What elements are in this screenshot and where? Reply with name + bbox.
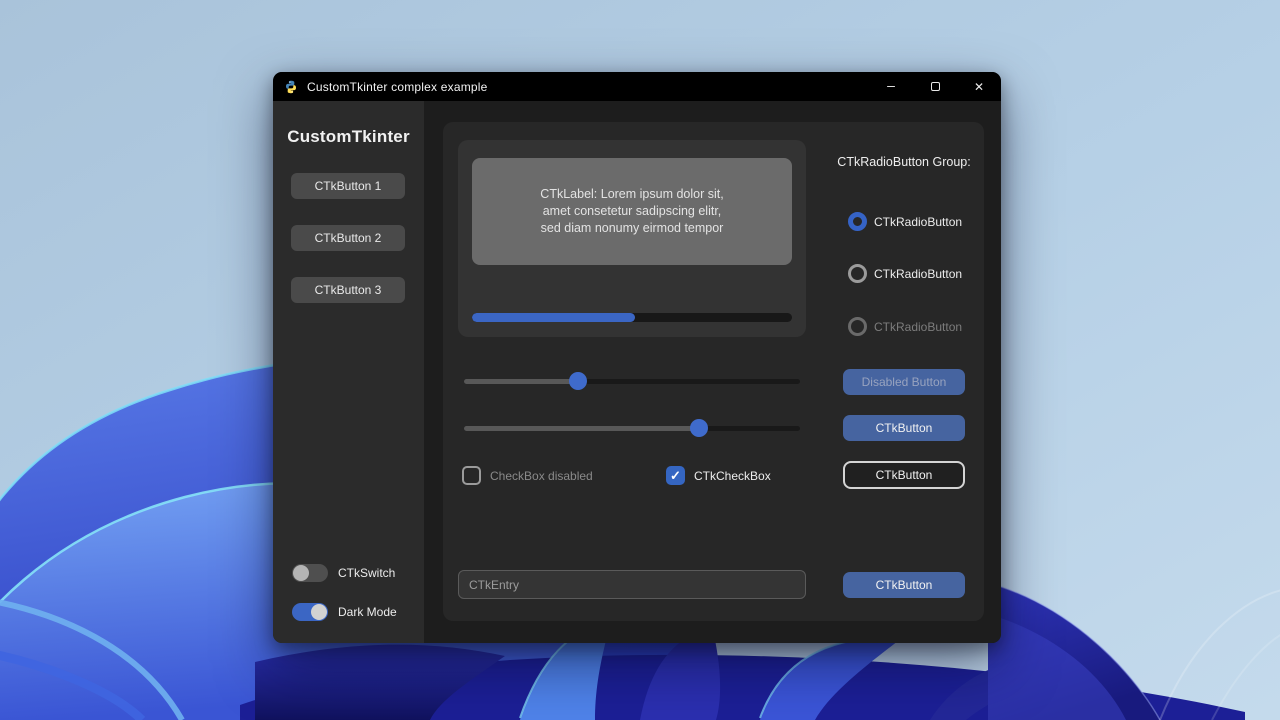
- slider-fill: [464, 378, 579, 384]
- close-button[interactable]: ✕: [957, 72, 1001, 101]
- label-frame: CTkLabel: Lorem ipsum dolor sit, amet co…: [458, 140, 806, 337]
- sidebar-button-1[interactable]: CTkButton 1: [291, 173, 405, 199]
- radio-label-2: CTkRadioButton: [874, 266, 963, 281]
- slider-1-knob[interactable]: [569, 372, 588, 390]
- radio-label-1: CTkRadioButton: [874, 214, 963, 229]
- slider-2-knob[interactable]: [690, 419, 709, 437]
- app-window: CustomTkinter complex example – ✕ Custom…: [273, 72, 1001, 643]
- radio-row-2: CTkRadioButton: [848, 264, 962, 283]
- ctkbutton-outline[interactable]: CTkButton: [843, 461, 965, 489]
- checkmark-icon: ✓: [670, 467, 681, 483]
- desktop: { "wallpaper": { "description": "Windows…: [0, 0, 1280, 720]
- switch-knob: [311, 603, 327, 620]
- ctklabel-line-1: CTkLabel: Lorem ipsum dolor sit,: [540, 187, 724, 201]
- ctklabel-line-2: amet consetetur sadipscing elitr,: [542, 204, 722, 218]
- ctkcheckbox-row: ✓ CTkCheckBox: [666, 466, 771, 485]
- ctkswitch-row: CTkSwitch: [292, 563, 395, 582]
- sidebar-button-2[interactable]: CTkButton 2: [291, 225, 405, 251]
- disabled-button[interactable]: Disabled Button: [843, 369, 965, 395]
- ctkbutton-entry-submit[interactable]: CTkButton: [843, 572, 965, 598]
- slider-1[interactable]: [464, 372, 800, 390]
- ctkentry-input[interactable]: [459, 577, 805, 592]
- ctklabel-line-3: sed diam nonumy eirmod tempor: [540, 221, 724, 235]
- sidebar-heading: CustomTkinter: [287, 127, 410, 146]
- window-title: CustomTkinter complex example: [307, 79, 488, 94]
- checkbox-disabled[interactable]: [462, 466, 481, 485]
- radio-row-1: CTkRadioButton: [848, 212, 962, 231]
- minimize-icon: –: [887, 76, 895, 93]
- radio-button-column: CTkRadioButton Group: CTkRadioButton CTk…: [837, 122, 971, 621]
- ctklabel: CTkLabel: Lorem ipsum dolor sit, amet co…: [472, 158, 792, 265]
- tk-feather-app-icon: [284, 80, 298, 94]
- ctkentry-wrapper: [458, 570, 806, 599]
- checkbox-disabled-label: CheckBox disabled: [490, 468, 593, 483]
- slider-fill: [464, 425, 700, 431]
- switch-knob: [293, 564, 309, 581]
- titlebar[interactable]: CustomTkinter complex example – ✕: [273, 72, 1001, 101]
- ctkcheckbox-label: CTkCheckBox: [694, 468, 771, 483]
- close-icon: ✕: [973, 79, 985, 94]
- radio-label-3: CTkRadioButton: [874, 319, 963, 334]
- slider-2[interactable]: [464, 419, 800, 437]
- progressbar-fill: [472, 313, 636, 322]
- ctkbutton-primary[interactable]: CTkButton: [843, 415, 965, 441]
- sidebar: CustomTkinter CTkButton 1 CTkButton 2 CT…: [273, 101, 424, 643]
- minimize-button[interactable]: –: [869, 72, 913, 101]
- maximize-button[interactable]: [913, 72, 957, 101]
- progressbar: [472, 313, 792, 322]
- checkbox-disabled-row: CheckBox disabled: [462, 466, 593, 485]
- dark-mode-row: Dark Mode: [292, 602, 397, 621]
- radio-button-3-disabled[interactable]: [848, 317, 867, 336]
- ctkswitch-label: CTkSwitch: [338, 565, 396, 580]
- sidebar-button-3[interactable]: CTkButton 3: [291, 277, 405, 303]
- dark-mode-toggle[interactable]: [292, 602, 328, 621]
- radio-group-title: CTkRadioButton Group:: [837, 155, 971, 169]
- dark-mode-label: Dark Mode: [338, 604, 397, 619]
- ctkcheckbox[interactable]: ✓: [666, 466, 685, 485]
- radio-button-2[interactable]: [848, 264, 867, 283]
- ctkswitch-toggle[interactable]: [292, 563, 328, 582]
- radio-row-3: CTkRadioButton: [848, 317, 962, 336]
- maximize-icon: [930, 82, 940, 91]
- radio-button-1-selected[interactable]: [848, 212, 867, 231]
